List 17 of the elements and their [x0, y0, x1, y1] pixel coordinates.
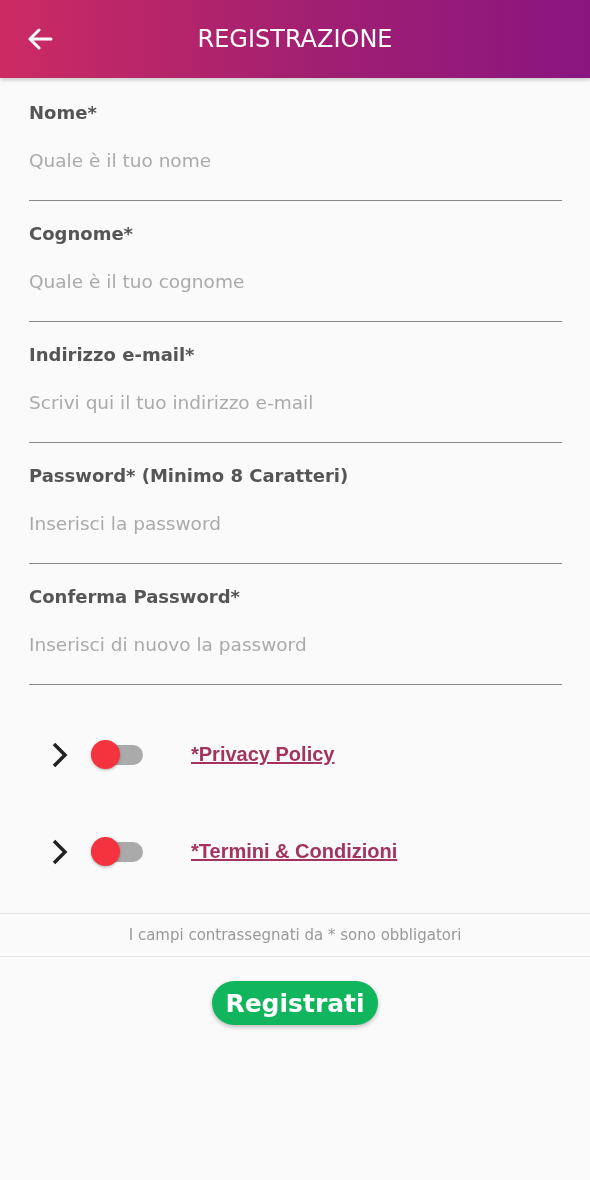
input-field[interactable]: Scrivi qui il tuo indirizzo e-mail [29, 367, 562, 443]
policy-link[interactable]: *Privacy Policy [191, 743, 335, 766]
screen-title: REGISTRAZIONE [197, 25, 393, 53]
input-field[interactable]: Quale è il tuo cognome [29, 246, 562, 322]
field-label: Nome* [29, 101, 98, 125]
field-label: Indirizzo e-mail* [29, 343, 196, 367]
chevron-right-icon[interactable] [51, 837, 69, 866]
field-label: Conferma Password* [29, 585, 241, 609]
required-fields-note: I campi contrassegnati da * sono obbligatori [0, 913, 590, 957]
input-field[interactable]: Inserisci di nuovo la password [29, 609, 562, 685]
field-label: Password* (Minimo 8 Caratteri) [29, 464, 350, 488]
policy-link[interactable]: *Termini & Condizioni [191, 840, 398, 863]
chevron-right-icon[interactable] [51, 740, 69, 769]
field-label: Cognome* [29, 222, 135, 246]
input-field[interactable]: Quale è il tuo nome [29, 125, 562, 201]
input-field[interactable]: Inserisci la password [29, 488, 562, 564]
back-arrow-icon[interactable] [27, 28, 53, 50]
